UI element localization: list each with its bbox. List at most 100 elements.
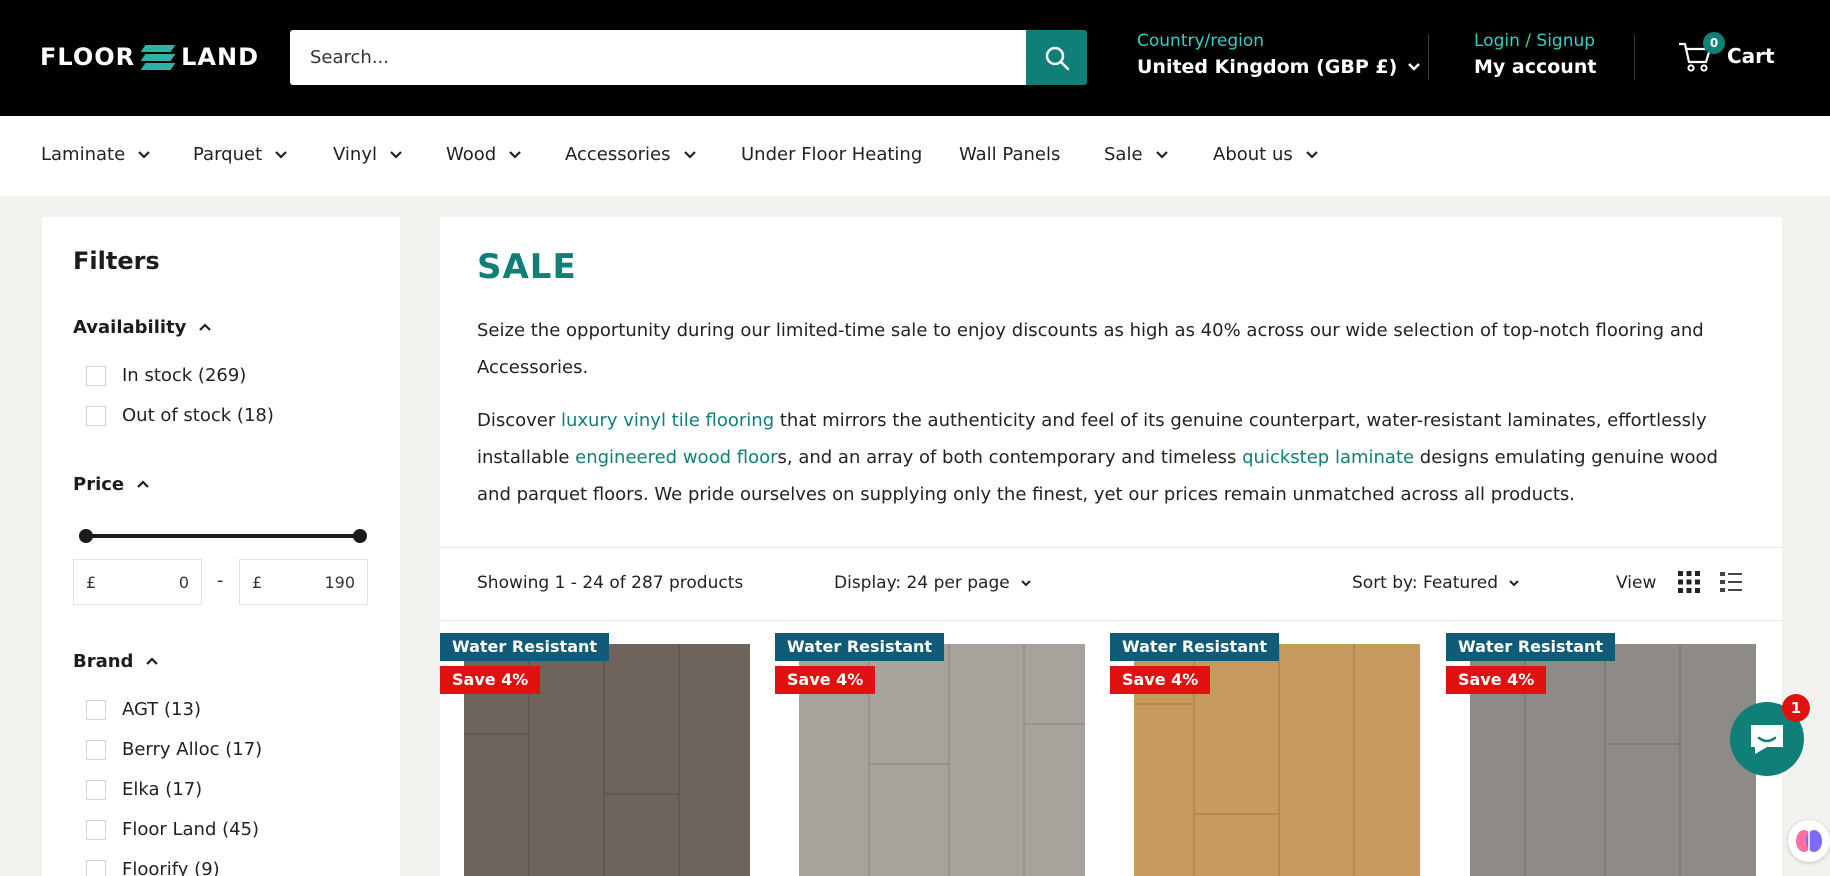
country-value: United Kingdom (GBP £)	[1137, 56, 1398, 78]
my-account-link[interactable]: My account	[1474, 52, 1596, 82]
quickstep-laminate-link[interactable]: quickstep laminate	[1242, 447, 1414, 468]
search-input[interactable]	[290, 30, 1026, 85]
chevron-down-icon	[275, 151, 287, 159]
nav-item-wall-panels[interactable]: Wall Panels	[959, 144, 1060, 165]
save-badge: Save 4%	[775, 666, 876, 694]
filter-brand-floorify[interactable]: Floorify (9)	[86, 859, 220, 876]
display-per-page-label: Display: 24 per page	[834, 573, 1010, 593]
currency-symbol: £	[86, 572, 97, 592]
product-card[interactable]: Water Resistant Save 4%	[775, 633, 1085, 876]
search-button[interactable]	[1026, 30, 1087, 85]
filter-option-label: AGT (13)	[122, 699, 201, 720]
checkbox[interactable]	[86, 859, 106, 876]
nav-item-under-floor-heating[interactable]: Under Floor Heating	[741, 144, 922, 165]
list-view-button[interactable]	[1719, 570, 1743, 594]
chat-notification-badge: 1	[1782, 694, 1810, 722]
country-label: Country/region	[1137, 31, 1265, 51]
filter-option-label: Floorify (9)	[122, 859, 220, 876]
filter-option-label: In stock (269)	[122, 365, 247, 386]
sort-by-label: Sort by: Featured	[1352, 573, 1499, 593]
chevron-down-icon	[1155, 151, 1168, 159]
search-icon	[1045, 46, 1069, 70]
filters-title: Filters	[73, 247, 160, 275]
save-badge: Save 4%	[1110, 666, 1211, 694]
checkbox[interactable]	[86, 699, 106, 720]
collection-toolbar: Showing 1 - 24 of 287 products Display: …	[440, 547, 1782, 621]
list-view-icon	[1720, 572, 1742, 592]
product-card[interactable]: Water Resistant Save 4%	[1446, 633, 1756, 876]
water-resistant-badge: Water Resistant	[440, 633, 610, 661]
nav-item-about-us[interactable]: About us	[1213, 144, 1319, 165]
nav-item-label: Accessories	[565, 144, 671, 165]
currency-symbol: £	[252, 572, 263, 592]
login-signup-link[interactable]: Login / Signup	[1474, 30, 1596, 52]
brand-facet-toggle[interactable]: Brand	[73, 651, 159, 672]
filter-in-stock[interactable]: In stock (269)	[86, 365, 246, 386]
nav-item-label: Sale	[1104, 144, 1143, 165]
brain-icon[interactable]	[1788, 820, 1830, 862]
filter-option-label: Floor Land (45)	[122, 819, 260, 840]
price-max-field[interactable]: £ 190	[239, 559, 368, 605]
chevron-down-icon	[1020, 580, 1031, 587]
chevron-down-icon	[1509, 580, 1519, 587]
water-resistant-badge: Water Resistant	[775, 633, 945, 661]
nav-item-label: Wood	[446, 144, 497, 165]
header-divider	[1428, 35, 1429, 80]
product-card[interactable]: Water Resistant Save 4%	[440, 633, 750, 876]
checkbox[interactable]	[86, 779, 106, 800]
nav-item-accessories[interactable]: Accessories	[565, 144, 697, 165]
cart-button[interactable]: 0 Cart	[1677, 32, 1775, 74]
price-range-slider[interactable]	[79, 528, 367, 544]
site-logo[interactable]: FLOOR LAND	[40, 40, 259, 74]
nav-item-label: Parquet	[193, 144, 263, 165]
checkbox[interactable]	[86, 405, 106, 426]
display-per-page-select[interactable]: Display: 24 per page	[834, 573, 1032, 593]
checkbox[interactable]	[86, 739, 106, 760]
filter-brand-floor-land[interactable]: Floor Land (45)	[86, 819, 259, 840]
filter-out-of-stock[interactable]: Out of stock (18)	[86, 405, 274, 426]
checkbox[interactable]	[86, 365, 106, 386]
logo-mark-icon	[140, 43, 176, 71]
engineered-wood-link[interactable]: engineered wood floor	[575, 447, 777, 468]
main-navigation: Laminate Parquet Vinyl Wood Accessories …	[0, 116, 1830, 196]
filter-option-label: Berry Alloc (17)	[122, 739, 263, 760]
luxury-vinyl-link[interactable]: luxury vinyl tile flooring	[561, 410, 774, 431]
price-facet-toggle[interactable]: Price	[73, 474, 150, 495]
checkbox[interactable]	[86, 819, 106, 840]
grid-view-button[interactable]	[1677, 570, 1701, 594]
grid-view-icon	[1678, 571, 1700, 593]
price-min-field[interactable]: £ 0	[73, 559, 202, 605]
filter-brand-agt[interactable]: AGT (13)	[86, 699, 201, 720]
site-header: FLOOR LAND Country/region United Kingdom…	[0, 0, 1830, 116]
slider-max-handle[interactable]	[353, 529, 367, 543]
filter-brand-elka[interactable]: Elka (17)	[86, 779, 202, 800]
account-link[interactable]: Login / Signup My account	[1474, 30, 1596, 82]
description-paragraph: Discover luxury vinyl tile flooring that…	[477, 402, 1747, 513]
nav-item-parquet[interactable]: Parquet	[193, 144, 288, 165]
page-title: SALE	[477, 247, 577, 287]
nav-item-sale[interactable]: Sale	[1104, 144, 1169, 165]
nav-item-vinyl[interactable]: Vinyl	[333, 144, 403, 165]
chat-widget-button[interactable]: 1	[1730, 694, 1810, 776]
availability-facet-toggle[interactable]: Availability	[73, 317, 212, 338]
search-bar	[290, 30, 1087, 85]
chevron-down-icon	[1408, 63, 1421, 71]
chevron-down-icon	[509, 151, 521, 159]
filter-brand-berry-alloc[interactable]: Berry Alloc (17)	[86, 739, 262, 760]
nav-item-laminate[interactable]: Laminate	[41, 144, 151, 165]
product-card[interactable]: Water Resistant Save 4%	[1110, 633, 1420, 876]
country-selector[interactable]: Country/region United Kingdom (GBP £)	[1137, 30, 1421, 82]
product-count: Showing 1 - 24 of 287 products	[477, 573, 743, 593]
nav-item-wood[interactable]: Wood	[446, 144, 522, 165]
chevron-down-icon	[138, 151, 150, 159]
water-resistant-badge: Water Resistant	[1446, 633, 1616, 661]
save-badge: Save 4%	[440, 666, 541, 694]
sort-by-select[interactable]: Sort by: Featured	[1352, 573, 1520, 593]
nav-item-label: Under Floor Heating	[741, 144, 923, 165]
collection-description: Seize the opportunity during our limited…	[477, 312, 1747, 529]
cart-label: Cart	[1727, 44, 1775, 68]
text-fragment: Discover	[477, 410, 561, 431]
text-fragment: s, and an array of both contemporary and…	[777, 447, 1243, 468]
slider-min-handle[interactable]	[79, 529, 93, 543]
header-divider	[1634, 35, 1635, 80]
